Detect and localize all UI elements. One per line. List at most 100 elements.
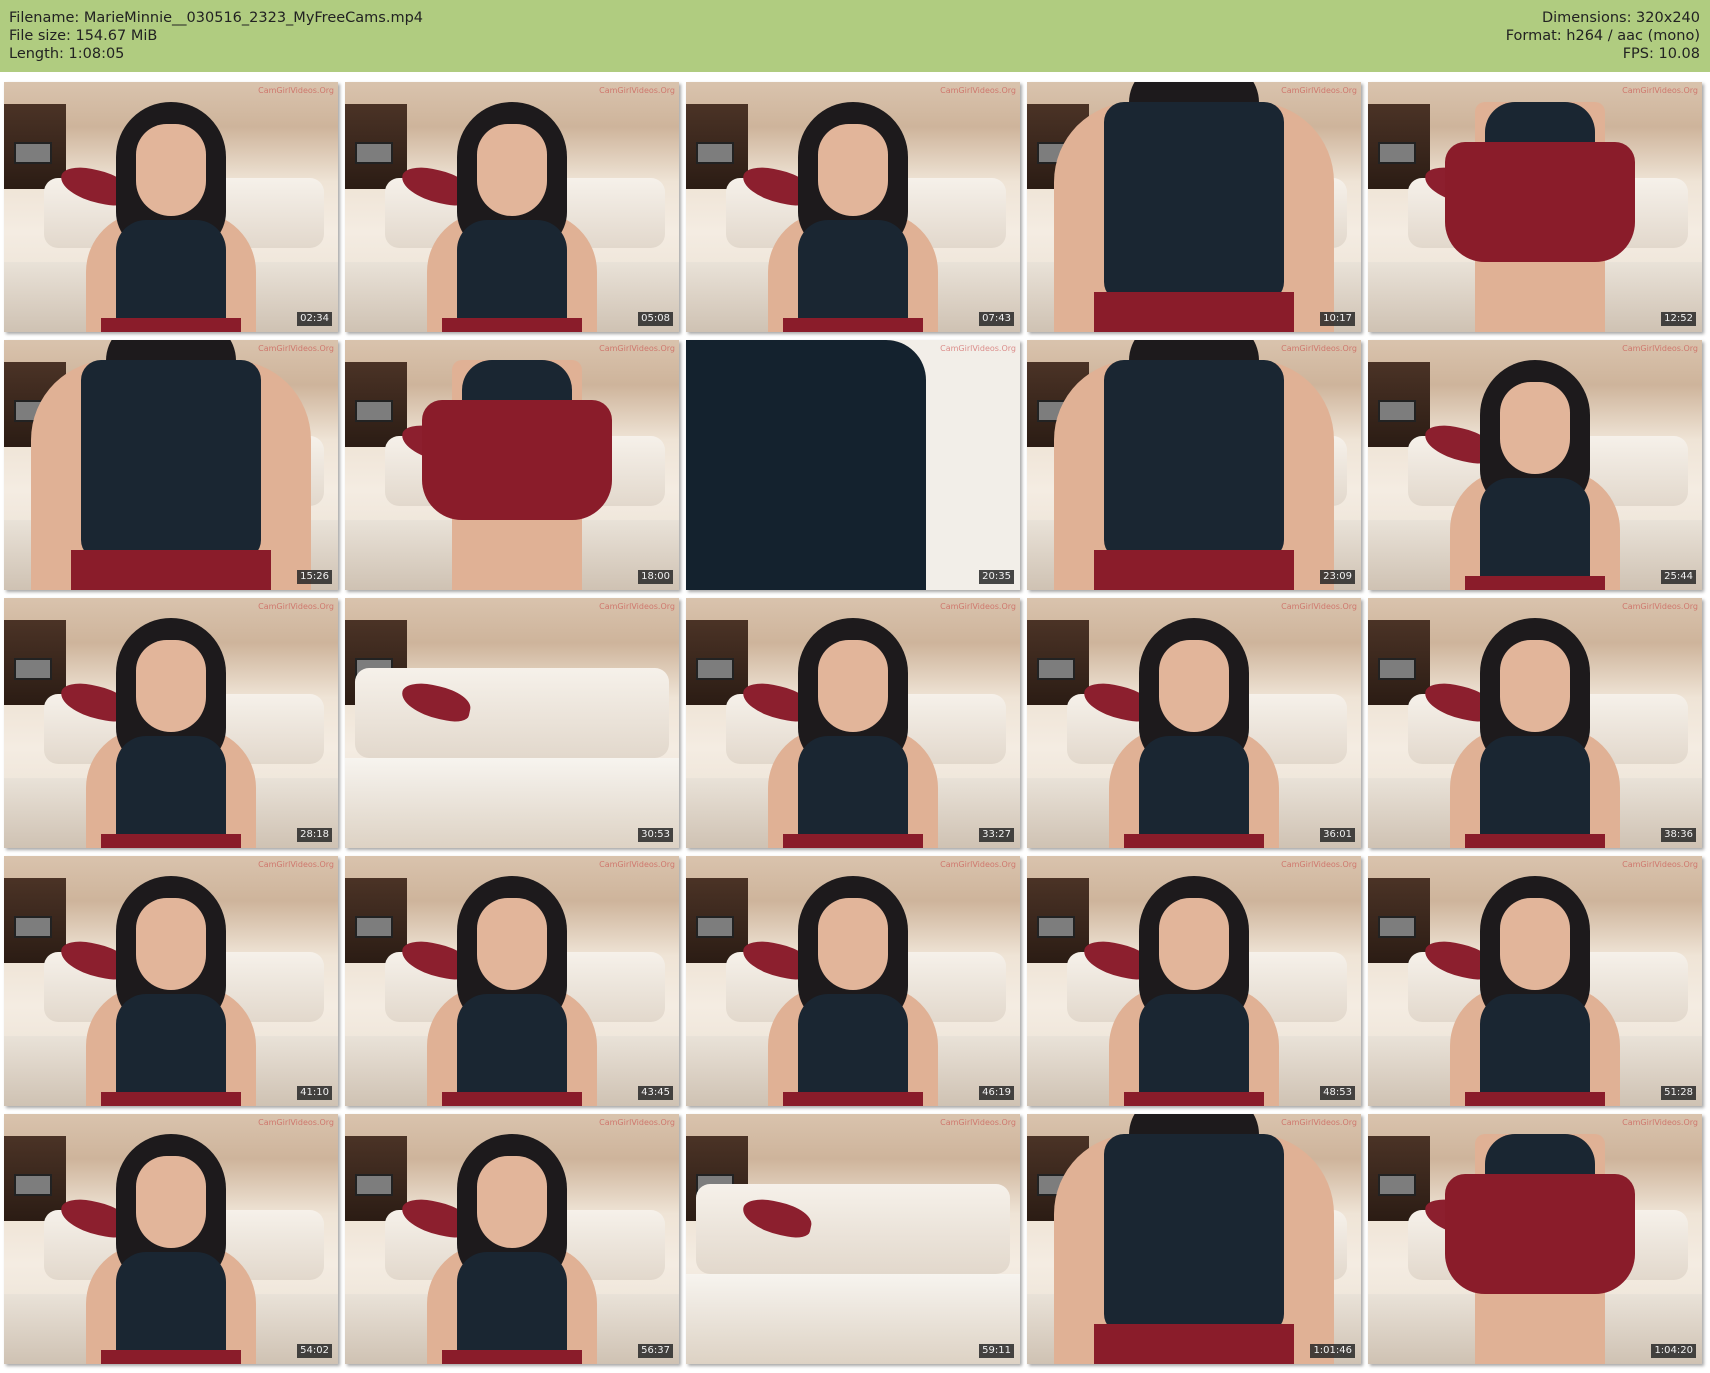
- black-top: [1104, 1134, 1284, 1334]
- timestamp-label: 51:28: [1661, 1086, 1696, 1100]
- video-thumbnail: CamGirlVideos.Org 51:28: [1368, 856, 1702, 1106]
- timestamp-label: 15:26: [297, 570, 332, 584]
- video-thumbnail: CamGirlVideos.Org 15:26: [4, 340, 338, 590]
- red-skirt: [1445, 1174, 1635, 1294]
- video-thumbnail: CamGirlVideos.Org 1:04:20: [1368, 1114, 1702, 1364]
- red-skirt: [71, 550, 271, 590]
- person-figure: [686, 340, 1020, 590]
- watermark-text: CamGirlVideos.Org: [599, 86, 675, 95]
- face: [1159, 640, 1229, 732]
- timestamp-label: 59:11: [979, 1344, 1014, 1358]
- person-figure: [1410, 876, 1660, 1106]
- red-skirt: [1445, 142, 1635, 262]
- face: [477, 898, 547, 990]
- video-thumbnail: CamGirlVideos.Org 41:10: [4, 856, 338, 1106]
- black-top: [1139, 736, 1249, 848]
- person-figure: [1034, 1114, 1354, 1364]
- face: [136, 898, 206, 990]
- watermark-text: CamGirlVideos.Org: [599, 602, 675, 611]
- video-thumbnail: CamGirlVideos.Org 46:19: [686, 856, 1020, 1106]
- red-skirt: [101, 834, 241, 848]
- timestamp-label: 36:01: [1320, 828, 1355, 842]
- red-skirt: [101, 318, 241, 332]
- person-figure: [728, 618, 978, 848]
- watermark-text: CamGirlVideos.Org: [258, 344, 334, 353]
- timestamp-label: 38:36: [1661, 828, 1696, 842]
- room-background: [686, 1114, 1020, 1364]
- watermark-text: CamGirlVideos.Org: [940, 344, 1016, 353]
- watermark-text: CamGirlVideos.Org: [258, 86, 334, 95]
- red-skirt: [1124, 1092, 1264, 1106]
- timestamp-label: 33:27: [979, 828, 1014, 842]
- thumbnail-grid: CamGirlVideos.Org 02:34 CamGirlVideos.Org 0…: [4, 82, 1702, 1364]
- video-thumbnail: CamGirlVideos.Org 30:53: [345, 598, 679, 848]
- black-top: [81, 360, 261, 560]
- black-top: [116, 736, 226, 848]
- watermark-text: CamGirlVideos.Org: [599, 1118, 675, 1127]
- red-skirt: [783, 834, 923, 848]
- red-skirt: [1124, 834, 1264, 848]
- black-top: [1139, 994, 1249, 1106]
- video-thumbnail: CamGirlVideos.Org 23:09: [1027, 340, 1361, 590]
- video-thumbnail: CamGirlVideos.Org 38:36: [1368, 598, 1702, 848]
- black-top: [1480, 994, 1590, 1106]
- sofa: [696, 1184, 1010, 1274]
- black-top: [1480, 478, 1590, 590]
- watermark-text: CamGirlVideos.Org: [1281, 602, 1357, 611]
- red-skirt: [1465, 576, 1605, 590]
- video-thumbnail: CamGirlVideos.Org 43:45: [345, 856, 679, 1106]
- black-top: [116, 994, 226, 1106]
- timestamp-label: 43:45: [638, 1086, 673, 1100]
- person-figure: [387, 102, 637, 332]
- face: [818, 124, 888, 216]
- watermark-text: CamGirlVideos.Org: [1281, 1118, 1357, 1127]
- watermark-text: CamGirlVideos.Org: [1622, 860, 1698, 869]
- person-figure: [46, 1134, 296, 1364]
- face: [1500, 382, 1570, 474]
- person-figure: [1034, 340, 1354, 590]
- face: [1159, 898, 1229, 990]
- video-thumbnail: CamGirlVideos.Org 33:27: [686, 598, 1020, 848]
- timestamp-label: 23:09: [1320, 570, 1355, 584]
- watermark-text: CamGirlVideos.Org: [1281, 344, 1357, 353]
- watermark-text: CamGirlVideos.Org: [1622, 602, 1698, 611]
- file-info-right: Dimensions: 320x240 Format: h264 / aac (…: [1506, 9, 1700, 63]
- length-text: Length: 1:08:05: [9, 46, 125, 62]
- timestamp-label: 20:35: [979, 570, 1014, 584]
- red-skirt: [422, 400, 612, 520]
- face: [818, 898, 888, 990]
- person-figure: [1069, 618, 1319, 848]
- timestamp-label: 07:43: [979, 312, 1014, 326]
- watermark-text: CamGirlVideos.Org: [940, 602, 1016, 611]
- face: [477, 1156, 547, 1248]
- file-info-left: Filename: MarieMinnie__030516_2323_MyFre…: [9, 9, 423, 63]
- person-figure: [1069, 876, 1319, 1106]
- watermark-text: CamGirlVideos.Org: [1281, 86, 1357, 95]
- person-figure: [387, 876, 637, 1106]
- timestamp-label: 12:52: [1661, 312, 1696, 326]
- person-figure: [728, 102, 978, 332]
- face: [818, 640, 888, 732]
- video-thumbnail: CamGirlVideos.Org 02:34: [4, 82, 338, 332]
- timestamp-label: 56:37: [638, 1344, 673, 1358]
- timestamp-label: 05:08: [638, 312, 673, 326]
- video-thumbnail: CamGirlVideos.Org 25:44: [1368, 340, 1702, 590]
- video-thumbnail: CamGirlVideos.Org 54:02: [4, 1114, 338, 1364]
- person-figure: [1405, 1134, 1665, 1364]
- black-top: [1104, 360, 1284, 560]
- red-skirt: [1094, 1324, 1294, 1364]
- person-figure: [1410, 618, 1660, 848]
- timestamp-label: 1:04:20: [1651, 1344, 1696, 1358]
- timestamp-label: 18:00: [638, 570, 673, 584]
- video-thumbnail: CamGirlVideos.Org 56:37: [345, 1114, 679, 1364]
- face: [136, 124, 206, 216]
- red-skirt: [442, 1350, 582, 1364]
- sofa: [355, 668, 669, 758]
- video-thumbnail: CamGirlVideos.Org 36:01: [1027, 598, 1361, 848]
- timestamp-label: 30:53: [638, 828, 673, 842]
- video-thumbnail: CamGirlVideos.Org 18:00: [345, 340, 679, 590]
- black-top: [457, 1252, 567, 1364]
- person-figure: [387, 1134, 637, 1364]
- red-skirt: [783, 1092, 923, 1106]
- floor: [345, 758, 679, 848]
